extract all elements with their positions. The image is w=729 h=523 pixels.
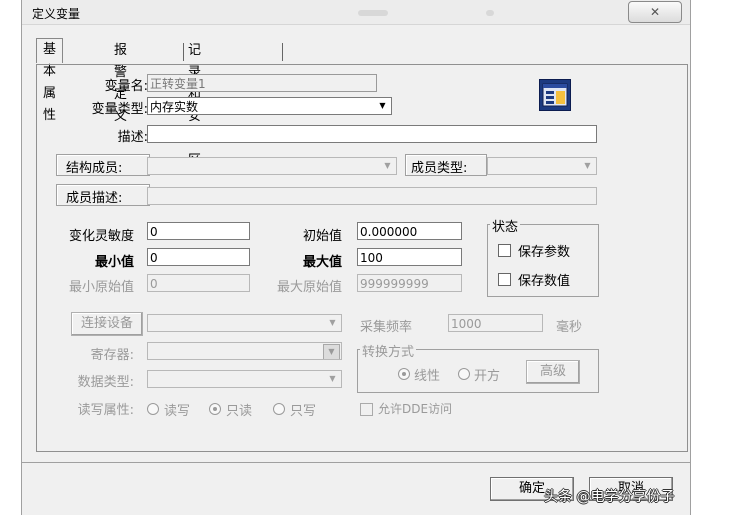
sample-rate-input[interactable]: 1000: [448, 314, 543, 332]
member-desc-label: 成员描述:: [66, 191, 123, 206]
sample-rate-unit: 毫秒: [556, 320, 583, 335]
max-value-label: 最大值: [302, 255, 342, 270]
chevron-down-icon: ▼: [329, 374, 336, 383]
min-raw-label: 最小原始值: [68, 280, 134, 295]
chevron-down-icon: ▼: [384, 161, 391, 170]
close-icon: ✕: [649, 5, 661, 19]
watermark-text: 头条 @电学分享份子: [544, 489, 675, 505]
tab-separator: [282, 43, 283, 61]
define-variable-dialog: 定义变量 ✕ 基本属性 报警定义 记录和安全区 变量名: 正转变量1 变量类型:…: [21, 0, 691, 515]
var-type-value: 内存实数: [150, 100, 199, 114]
dde-checkbox[interactable]: [360, 403, 373, 416]
rw-readwrite-label: 读写: [164, 404, 191, 419]
tab-basic-properties[interactable]: 基本属性: [36, 38, 64, 123]
rw-radio-writeonly[interactable]: [273, 403, 285, 415]
var-type-select[interactable]: 内存实数 ▼: [147, 97, 392, 115]
close-button[interactable]: ✕: [628, 1, 682, 23]
register-label: 寄存器:: [90, 348, 134, 363]
tab-alarm-definition[interactable]: 报警定义: [114, 40, 127, 124]
data-type-label: 数据类型:: [77, 375, 134, 390]
sqrt-radio[interactable]: [458, 368, 470, 380]
max-value-input[interactable]: 100: [357, 248, 462, 266]
min-raw-input[interactable]: 0: [147, 274, 250, 292]
connect-device-select[interactable]: ▼: [147, 314, 342, 332]
min-value-label: 最小值: [94, 255, 134, 270]
status-group-title: 状态: [490, 216, 521, 235]
status-group: 状态 保存参数 保存数值: [487, 216, 599, 297]
description-input[interactable]: [147, 125, 597, 143]
data-type-select[interactable]: ▼: [147, 370, 342, 388]
var-name-label: 变量名:: [104, 79, 148, 94]
initial-value-label: 初始值: [302, 229, 342, 244]
rw-radio-readwrite[interactable]: [147, 403, 159, 415]
max-raw-input[interactable]: 999999999: [357, 274, 462, 292]
tab-separator: [183, 43, 184, 61]
var-name-field[interactable]: 正转变量1: [147, 74, 377, 92]
chevron-down-icon: ▼: [379, 101, 386, 110]
rw-writeonly-label: 只写: [290, 404, 317, 419]
max-raw-label: 最大原始值: [276, 280, 342, 295]
min-value-input[interactable]: 0: [147, 248, 250, 266]
blurred-title-text: [358, 10, 388, 16]
sample-rate-label: 采集频率: [360, 320, 413, 335]
save-params-checkbox[interactable]: [498, 244, 511, 257]
dde-label: 允许DDE访问: [378, 402, 453, 416]
member-type-select[interactable]: ▼: [487, 157, 597, 175]
chevron-down-icon: ▼: [323, 344, 340, 359]
linear-radio[interactable]: [398, 368, 410, 380]
connect-device-button[interactable]: 连接设备: [71, 312, 143, 336]
conversion-group-title: 转换方式: [360, 341, 417, 360]
struct-member-label: 结构成员:: [66, 161, 123, 176]
register-select[interactable]: ▼: [147, 342, 342, 360]
title-bar: 定义变量 ✕: [22, 0, 690, 25]
chevron-down-icon: ▼: [584, 161, 591, 170]
dialog-title: 定义变量: [32, 7, 81, 21]
sqrt-label: 开方: [474, 369, 501, 384]
struct-member-select[interactable]: ▼: [147, 157, 397, 175]
blurred-title-text: [486, 10, 494, 16]
rw-radio-readonly[interactable]: [209, 403, 221, 415]
footer-divider: [22, 462, 690, 463]
tab-record-security[interactable]: 记录和安全区: [188, 40, 201, 168]
linear-label: 线性: [414, 369, 441, 384]
var-type-label: 变量类型:: [91, 102, 148, 117]
sensitivity-label: 变化灵敏度: [68, 229, 134, 244]
rw-label: 读写属性:: [77, 403, 134, 418]
save-values-label: 保存数值: [518, 274, 571, 289]
initial-value-input[interactable]: 0.000000: [357, 222, 462, 240]
advanced-button[interactable]: 高级: [526, 360, 580, 384]
variable-icon: [539, 79, 571, 111]
save-values-checkbox[interactable]: [498, 273, 511, 286]
description-label: 描述:: [117, 130, 148, 145]
chevron-down-icon: ▼: [329, 318, 336, 327]
member-desc-input[interactable]: [147, 187, 597, 205]
conversion-group: 转换方式 线性 开方 高级: [357, 341, 599, 393]
save-params-label: 保存参数: [518, 245, 571, 260]
sensitivity-input[interactable]: 0: [147, 222, 250, 240]
member-type-label: 成员类型:: [411, 161, 468, 176]
rw-readonly-label: 只读: [226, 404, 253, 419]
